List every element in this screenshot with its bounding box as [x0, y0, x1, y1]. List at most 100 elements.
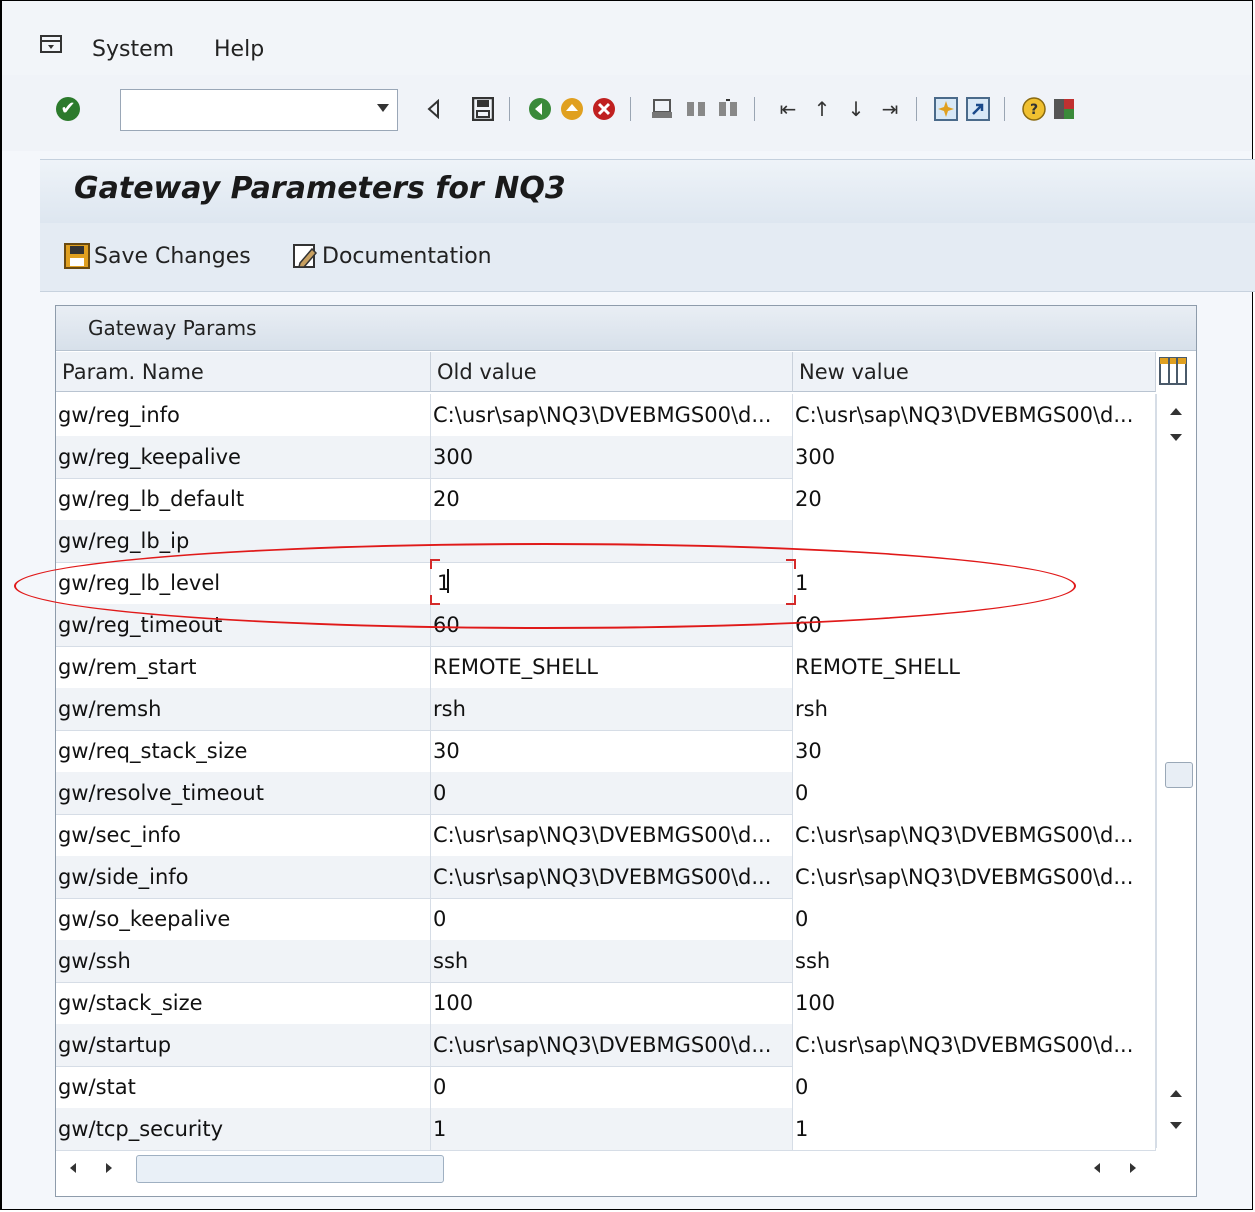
- next-page-icon[interactable]: ↓: [842, 95, 870, 123]
- horizontal-scrollbar[interactable]: [56, 1151, 1156, 1185]
- new-value-cell[interactable]: 20: [793, 478, 1156, 520]
- scroll-down-icon[interactable]: [1170, 434, 1182, 441]
- new-value-cell[interactable]: C:\usr\sap\NQ3\DVEBMGS00\d...: [793, 814, 1156, 856]
- param-name-cell: gw/reg_info: [56, 394, 431, 436]
- table-row[interactable]: gw/reg_timeout 60 60: [56, 604, 1156, 647]
- table-row[interactable]: gw/rem_start REMOTE_SHELL REMOTE_SHELL: [56, 646, 1156, 689]
- new-value-cell[interactable]: 0: [793, 1066, 1156, 1108]
- command-field[interactable]: [120, 89, 398, 131]
- table-row[interactable]: gw/startup C:\usr\sap\NQ3\DVEBMGS00\d...…: [56, 1024, 1156, 1067]
- column-header-param-name[interactable]: Param. Name: [56, 352, 431, 392]
- column-header-new-value[interactable]: New value: [793, 352, 1156, 392]
- scroll-right-icon[interactable]: [106, 1163, 112, 1173]
- print-icon[interactable]: [648, 95, 676, 123]
- command-input[interactable]: [121, 90, 373, 128]
- scroll-left-icon[interactable]: [70, 1163, 76, 1173]
- scroll-up-icon[interactable]: [1170, 1090, 1182, 1097]
- old-value-cell: 300: [431, 436, 793, 478]
- new-value-cell[interactable]: C:\usr\sap\NQ3\DVEBMGS00\d...: [793, 394, 1156, 436]
- param-name-cell: gw/reg_timeout: [56, 604, 431, 646]
- table-row[interactable]: gw/stat 0 0: [56, 1066, 1156, 1109]
- help-icon[interactable]: ?: [1020, 95, 1048, 123]
- new-value-cell[interactable]: 0: [793, 898, 1156, 940]
- edit-document-icon: [293, 244, 318, 268]
- old-value-cell: 0: [431, 898, 793, 940]
- find-icon[interactable]: [682, 95, 710, 123]
- enter-icon[interactable]: ✔: [56, 97, 80, 121]
- param-name-cell: gw/remsh: [56, 688, 431, 730]
- shortcut-icon[interactable]: [964, 95, 992, 123]
- new-value-cell[interactable]: REMOTE_SHELL: [793, 646, 1156, 688]
- find-next-icon[interactable]: [714, 95, 742, 123]
- old-value-cell: 0: [431, 1066, 793, 1108]
- new-value-cell[interactable]: 100: [793, 982, 1156, 1024]
- param-name-cell: gw/sec_info: [56, 814, 431, 856]
- new-value-cell[interactable]: rsh: [793, 688, 1156, 730]
- chevron-down-icon[interactable]: [377, 104, 389, 112]
- param-name-cell: gw/reg_keepalive: [56, 436, 431, 478]
- documentation-button[interactable]: Documentation: [292, 241, 492, 271]
- new-value-cell[interactable]: [793, 520, 1156, 562]
- table-row[interactable]: gw/req_stack_size 30 30: [56, 730, 1156, 773]
- scroll-up-icon[interactable]: [1170, 408, 1182, 415]
- table-row[interactable]: gw/reg_info C:\usr\sap\NQ3\DVEBMGS00\d..…: [56, 394, 1156, 437]
- old-value-cell: 100: [431, 982, 793, 1024]
- old-value-cell: 1: [431, 1108, 793, 1150]
- exit-icon[interactable]: [558, 95, 586, 123]
- table-row[interactable]: gw/sec_info C:\usr\sap\NQ3\DVEBMGS00\d..…: [56, 814, 1156, 857]
- table-row[interactable]: gw/reg_lb_ip: [56, 520, 1156, 563]
- param-name-cell: gw/stat: [56, 1066, 431, 1108]
- scroll-down-icon[interactable]: [1170, 1122, 1182, 1129]
- table-row[interactable]: gw/remsh rsh rsh: [56, 688, 1156, 731]
- back-icon[interactable]: [526, 95, 554, 123]
- param-name-cell: gw/ssh: [56, 940, 431, 982]
- first-page-icon[interactable]: ⇤: [774, 95, 802, 123]
- save-changes-button[interactable]: Save Changes: [64, 241, 251, 271]
- new-value-cell[interactable]: C:\usr\sap\NQ3\DVEBMGS00\d...: [793, 856, 1156, 898]
- table-row[interactable]: gw/ssh ssh ssh: [56, 940, 1156, 983]
- save-changes-label: Save Changes: [94, 243, 251, 269]
- column-header-old-value[interactable]: Old value: [431, 352, 793, 392]
- scroll-right-icon[interactable]: [1130, 1163, 1136, 1173]
- previous-page-icon[interactable]: ↑: [808, 95, 836, 123]
- table-row[interactable]: gw/stack_size 100 100: [56, 982, 1156, 1025]
- toolbar-separator: [509, 97, 510, 121]
- menu-system[interactable]: System: [92, 37, 174, 62]
- old-value-cell: ssh: [431, 940, 793, 982]
- back-triangle-icon[interactable]: [420, 95, 448, 123]
- last-page-icon[interactable]: ⇥: [876, 95, 904, 123]
- new-value-cell[interactable]: 1: [793, 562, 1156, 604]
- create-session-icon[interactable]: [932, 95, 960, 123]
- table-row[interactable]: gw/tcp_security 1 1: [56, 1108, 1156, 1151]
- new-value-cell[interactable]: ssh: [793, 940, 1156, 982]
- new-value-cell[interactable]: 300: [793, 436, 1156, 478]
- menu-icon[interactable]: [40, 35, 62, 53]
- table-row[interactable]: gw/reg_lb_level 1 1: [56, 562, 1156, 605]
- cancel-icon[interactable]: [590, 95, 618, 123]
- menu-help[interactable]: Help: [214, 37, 264, 62]
- new-value-cell[interactable]: 1: [793, 1108, 1156, 1150]
- table-row[interactable]: gw/reg_lb_default 20 20: [56, 478, 1156, 521]
- gateway-params-panel: Gateway Params Param. Name Old value New…: [55, 305, 1197, 1197]
- scroll-thumb[interactable]: [1165, 762, 1193, 788]
- table-row[interactable]: gw/reg_keepalive 300 300: [56, 436, 1156, 479]
- old-value-cell: 20: [431, 478, 793, 520]
- vertical-scrollbar[interactable]: [1156, 394, 1195, 1148]
- documentation-label: Documentation: [322, 243, 492, 269]
- table-settings-icon[interactable]: [1156, 354, 1190, 388]
- new-value-cell[interactable]: C:\usr\sap\NQ3\DVEBMGS00\d...: [793, 1024, 1156, 1066]
- customize-layout-icon[interactable]: [1050, 95, 1078, 123]
- save-icon[interactable]: [469, 95, 497, 123]
- table-row[interactable]: gw/resolve_timeout 0 0: [56, 772, 1156, 815]
- new-value-cell[interactable]: 0: [793, 772, 1156, 814]
- toolbar-separator: [916, 97, 917, 121]
- new-value-cell[interactable]: 30: [793, 730, 1156, 772]
- table-row[interactable]: gw/side_info C:\usr\sap\NQ3\DVEBMGS00\d.…: [56, 856, 1156, 899]
- scroll-left-icon[interactable]: [1094, 1163, 1100, 1173]
- old-value-cell: [431, 520, 793, 562]
- new-value-cell[interactable]: 60: [793, 604, 1156, 646]
- page-title: Gateway Parameters for NQ3: [74, 171, 566, 206]
- table-row[interactable]: gw/so_keepalive 0 0: [56, 898, 1156, 941]
- old-value-cell: C:\usr\sap\NQ3\DVEBMGS00\d...: [431, 814, 793, 856]
- scroll-thumb[interactable]: [136, 1155, 444, 1183]
